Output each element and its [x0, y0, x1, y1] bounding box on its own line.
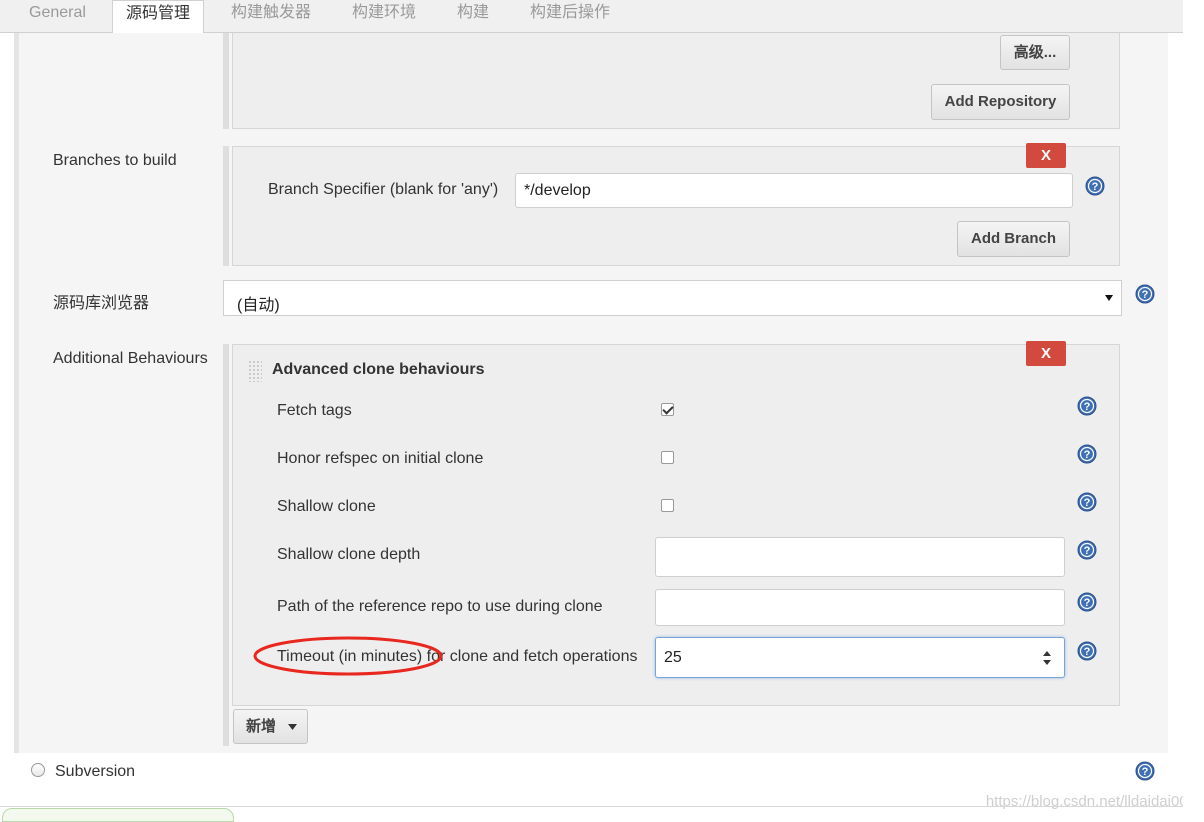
svg-text:?: ?: [1092, 181, 1099, 193]
question-circle-icon[interactable]: ?: [1077, 641, 1097, 661]
tab-build-triggers[interactable]: 构建触发器: [231, 0, 311, 33]
svg-text:?: ?: [1142, 289, 1149, 301]
spinner-arrows-icon[interactable]: [1042, 650, 1052, 666]
repository-browser-select[interactable]: (自动): [223, 280, 1122, 316]
fetch-tags-label: Fetch tags: [277, 402, 352, 419]
shallow-depth-label: Shallow clone depth: [277, 546, 421, 563]
watermark: https://blog.csdn.net/lldaidai001: [985, 793, 1196, 810]
tab-build-environment[interactable]: 构建环境: [352, 0, 416, 33]
subversion-radio[interactable]: [31, 763, 45, 777]
add-behaviour-button[interactable]: 新增: [233, 709, 308, 744]
svg-text:?: ?: [1142, 766, 1149, 778]
shallow-depth-input[interactable]: [655, 537, 1065, 577]
repository-browser-selected: (自动): [237, 297, 280, 314]
svg-text:?: ?: [1084, 545, 1091, 557]
branches-label: Branches to build: [53, 152, 177, 169]
question-circle-icon[interactable]: ?: [1077, 540, 1097, 560]
branches-indent-bar: [223, 146, 229, 266]
question-circle-icon[interactable]: ?: [1085, 176, 1105, 196]
caret-down-icon: [1105, 295, 1113, 301]
repository-indent-bar: [223, 33, 229, 129]
additional-behaviours-label: Additional Behaviours: [53, 350, 208, 367]
add-behaviour-label: 新增: [246, 718, 277, 735]
partial-panel: [2, 808, 234, 822]
honor-refspec-checkbox[interactable]: [661, 451, 674, 464]
shallow-clone-label: Shallow clone: [277, 498, 376, 515]
timeout-value: 25: [664, 649, 682, 666]
question-circle-icon[interactable]: ?: [1077, 592, 1097, 612]
drag-handle-icon[interactable]: [248, 360, 262, 382]
svg-text:?: ?: [1084, 646, 1091, 658]
advanced-button[interactable]: 高级...: [1000, 35, 1070, 70]
svg-text:?: ?: [1084, 401, 1091, 413]
caret-down-icon: [288, 724, 297, 730]
add-repository-button[interactable]: Add Repository: [931, 84, 1070, 120]
delete-branch-button[interactable]: X: [1026, 143, 1066, 168]
subversion-label: Subversion: [55, 763, 136, 780]
reference-repo-input[interactable]: [655, 589, 1065, 626]
svg-text:?: ?: [1084, 597, 1091, 609]
behaviours-indent-bar: [223, 344, 229, 746]
shallow-clone-checkbox[interactable]: [661, 499, 674, 512]
highlight-circle-annotation: [253, 636, 443, 676]
delete-behaviour-button[interactable]: X: [1026, 341, 1066, 366]
tab-bar: General 源码管理 构建触发器 构建环境 构建 构建后操作: [0, 0, 1183, 34]
branch-specifier-input[interactable]: */develop: [515, 173, 1073, 208]
branch-specifier-label: Branch Specifier (blank for 'any'): [268, 181, 499, 198]
svg-text:?: ?: [1084, 497, 1091, 509]
question-circle-icon[interactable]: ?: [1135, 284, 1155, 304]
scrollbar[interactable]: [1183, 0, 1204, 818]
honor-refspec-label: Honor refspec on initial clone: [277, 450, 484, 467]
question-circle-icon[interactable]: ?: [1077, 444, 1097, 464]
tab-source-management[interactable]: 源码管理: [112, 0, 205, 34]
svg-text:?: ?: [1084, 449, 1091, 461]
tab-general[interactable]: General: [29, 0, 86, 33]
timeout-input[interactable]: 25: [655, 637, 1065, 678]
reference-repo-label: Path of the reference repo to use during…: [277, 598, 603, 615]
behaviour-title: Advanced clone behaviours: [272, 361, 485, 378]
repository-browser-label: 源码库浏览器: [53, 295, 150, 312]
fetch-tags-checkbox[interactable]: [661, 403, 674, 416]
question-circle-icon[interactable]: ?: [1077, 492, 1097, 512]
tab-build[interactable]: 构建: [457, 0, 489, 33]
question-circle-icon[interactable]: ?: [1077, 396, 1097, 416]
question-circle-icon[interactable]: ?: [1135, 761, 1155, 781]
tab-post-build[interactable]: 构建后操作: [530, 0, 610, 33]
add-branch-button[interactable]: Add Branch: [957, 221, 1070, 257]
